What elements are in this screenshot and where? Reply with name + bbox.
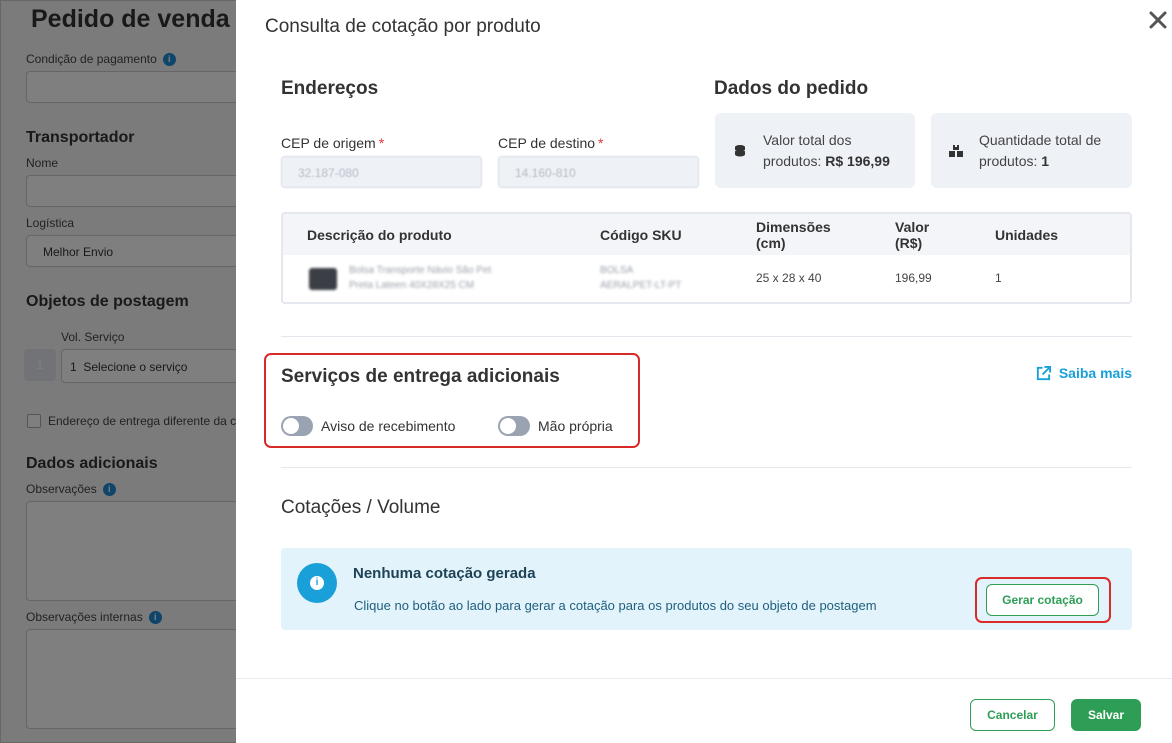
col-units: Unidades <box>995 227 1059 243</box>
origin-cep-label: CEP de origem * <box>281 135 385 151</box>
divider <box>281 336 1132 337</box>
boxes-icon <box>949 145 963 157</box>
quote-modal: Consulta de cotação por produto Endereço… <box>236 0 1172 743</box>
cancel-button[interactable]: Cancelar <box>970 699 1055 731</box>
col-dimensions: Dimensões (cm) <box>756 219 831 251</box>
save-button[interactable]: Salvar <box>1071 699 1141 731</box>
receipt-notice-label: Aviso de recebimento <box>321 418 456 434</box>
addresses-heading: Endereços <box>281 78 379 99</box>
coins-icon <box>735 145 745 157</box>
destination-cep-input[interactable]: 14.160-810 <box>498 156 699 188</box>
external-link-icon <box>1036 365 1051 381</box>
col-sku: Código SKU <box>600 227 682 243</box>
learn-more-link[interactable]: Saiba mais <box>1035 365 1132 382</box>
receipt-notice-toggle[interactable] <box>281 416 313 436</box>
extra-services-heading: Serviços de entrega adicionais <box>281 366 560 387</box>
total-value: R$ 196,99 <box>825 153 890 169</box>
product-sku: BOLSA AERALPET-LT-PT <box>600 265 682 291</box>
product-table: Descrição do produto Código SKU Dimensõe… <box>281 212 1132 304</box>
order-data-heading: Dados do pedido <box>714 78 869 99</box>
own-hand-toggle[interactable] <box>498 416 530 436</box>
origin-cep-input[interactable]: 32.187-080 <box>281 156 482 188</box>
total-value-card: Valor total dos produtos: R$ 196,99 <box>715 113 915 188</box>
product-units: 1 <box>995 271 1002 285</box>
destination-cep-label: CEP de destino * <box>498 135 604 151</box>
alert-title: Nenhuma cotação gerada <box>353 565 536 582</box>
col-description: Descrição do produto <box>307 227 452 243</box>
close-icon[interactable] <box>1146 8 1170 32</box>
product-value: 196,99 <box>895 271 932 285</box>
total-value-text: Valor total dos produtos: R$ 196,99 <box>763 132 890 169</box>
info-icon: i <box>297 563 337 603</box>
generate-quote-button[interactable]: Gerar cotação <box>986 584 1099 616</box>
total-quantity-text: Quantidade total de produtos: 1 <box>979 132 1102 169</box>
product-description: Bolsa Transporte Návio São Pet Preta Late… <box>349 265 492 291</box>
alert-text: Clique no botão ao lado para gerar a cot… <box>354 598 877 613</box>
quotes-heading: Cotações / Volume <box>281 497 441 518</box>
total-quantity-card: Quantidade total de produtos: 1 <box>931 113 1132 188</box>
product-thumbnail <box>309 268 337 290</box>
modal-title: Consulta de cotação por produto <box>265 16 541 37</box>
product-dimensions: 25 x 28 x 40 <box>756 271 822 285</box>
total-quantity: 1 <box>1041 153 1050 169</box>
col-value: Valor (R$) <box>895 219 930 251</box>
own-hand-label: Mão própria <box>538 418 613 434</box>
divider <box>281 467 1132 468</box>
